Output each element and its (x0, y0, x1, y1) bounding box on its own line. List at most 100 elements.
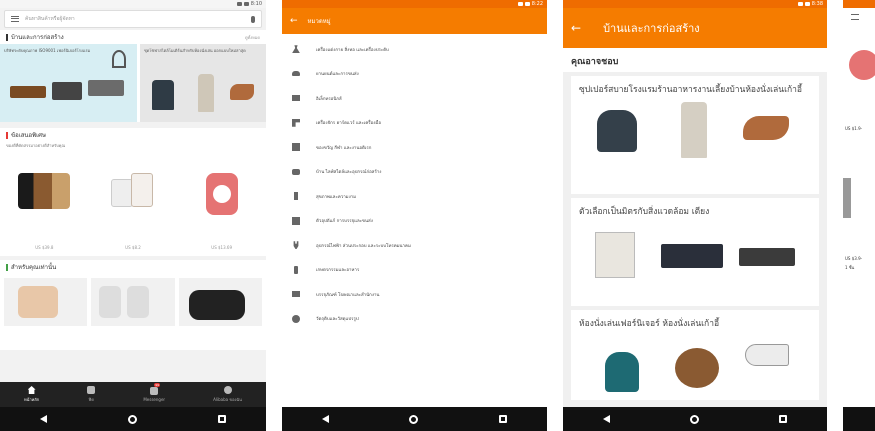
recommendation-card[interactable]: ซุปเปอร์สบายโรงแรมร้านอาหารงานเลี้ยงบ้าน… (571, 76, 819, 194)
product-price: US $3.9- (845, 256, 863, 261)
drill-icon (292, 118, 300, 127)
home-screen: 8:10 ค้นหาสินค้าหรือผู้จัดหา บ้านและการก… (0, 0, 266, 431)
menu-icon[interactable] (851, 14, 859, 20)
page-title: บ้านและการก่อสร้าง (603, 22, 700, 35)
card-title: ห้องนั่งเล่นเฟอร์นิเจอร์ ห้องนั่งเล่นเก้… (579, 319, 720, 329)
wall-bed-image (595, 232, 635, 278)
product-card[interactable] (91, 278, 175, 326)
category-item[interactable]: เครื่องจักร ฮาร์ดแวร์ และเครื่องมือ (282, 111, 547, 136)
product-card[interactable] (843, 296, 875, 386)
home-button-icon[interactable] (690, 414, 699, 424)
category-item[interactable]: เกษตรกรรมและอาหาร (282, 258, 547, 283)
recents-icon[interactable] (217, 415, 226, 423)
for-you-section: สำหรับคุณเท่านั้น (0, 260, 266, 350)
category-item[interactable]: ตัวอุปถัมภ์ การบรรจุและขนส่ง (282, 209, 547, 234)
person-icon (223, 386, 232, 394)
partial-screen: US $1.9- US $3.9- 1 ชิ้น (843, 0, 875, 431)
category-item[interactable]: เครื่องแต่งกาย สิ่งทอ และเครื่องประดับ (282, 37, 547, 62)
status-time: 8:10 (250, 1, 262, 7)
min-order: 1 ชิ้น (845, 265, 855, 270)
category-item[interactable]: อิเล็กทรอนิกส์ (282, 86, 547, 111)
section-header-home-construction[interactable]: บ้านและการก่อสร้าง ดูทั้งหมด (0, 30, 266, 44)
status-time: 8:38 (811, 1, 823, 7)
deal-item[interactable]: US $39.8 (12, 169, 76, 250)
feed-icon (87, 386, 96, 394)
bed-image (52, 82, 82, 100)
section-subtitle: คุณอาจชอบ (563, 48, 827, 72)
back-arrow-icon[interactable]: ← (290, 16, 298, 26)
microphone-icon[interactable] (251, 15, 255, 23)
product-image (849, 50, 875, 80)
flash-subtitle: ของดีที่คัดสรรมาอย่างดีสำหรับคุณ (6, 143, 66, 148)
flash-title: ข้อเสนอพิเศษ (11, 132, 46, 139)
back-icon[interactable] (40, 415, 48, 423)
app-header: ← หมวดหมู่ (282, 8, 547, 34)
handbag-image (130, 173, 153, 207)
dress-icon (292, 45, 300, 54)
search-input[interactable]: ค้นหาสินค้าหรือผู้จัดหา (25, 15, 245, 23)
throne-chair-image (198, 74, 214, 112)
category-list: เครื่องแต่งกาย สิ่งทอ และเครื่องประดับ ย… (282, 34, 547, 331)
promo-banner-right[interactable]: ชุดโซฟาสไตล์โมเดิร์นสำหรับห้องนั่งเล่น อ… (140, 44, 266, 122)
tab-messenger[interactable]: 99 Messenger (143, 383, 165, 402)
tab-home[interactable]: หน้าหลัก (24, 386, 39, 403)
sofa-image (661, 244, 723, 268)
status-bar (843, 0, 875, 8)
lamp-image (112, 50, 126, 68)
back-icon[interactable] (603, 415, 610, 423)
product-card[interactable]: US $1.9- (843, 36, 875, 152)
home-button-icon[interactable] (409, 414, 419, 424)
category-item[interactable]: บ้าน ไลฟ์สไตล์และอุปกรณ์ก่อสร้าง (282, 160, 547, 185)
category-item[interactable]: ยานยนต์และการขนส่ง (282, 62, 547, 87)
category-item[interactable]: บรรจุภัณฑ์ โฆษณาและสำนักงาน (282, 282, 547, 307)
system-nav-bar (843, 407, 875, 431)
bottle2-icon (294, 265, 298, 274)
plug-icon (293, 241, 299, 250)
categories-screen: 8:22 ← หมวดหมู่ เครื่องแต่งกาย สิ่งทอ แล… (282, 0, 547, 431)
see-all-link[interactable]: ดูทั้งหมด (245, 34, 260, 41)
bottle-icon (294, 192, 298, 201)
back-icon[interactable] (322, 415, 330, 423)
promo-banner-left[interactable]: บริษัทระดับคุณภาพ ISO9001 เฟอร์นิเจอร์โร… (0, 44, 137, 122)
search-bar[interactable]: ค้นหาสินค้าหรือผู้จัดหา (4, 10, 262, 28)
gift-icon (292, 143, 300, 152)
product-card[interactable] (4, 278, 88, 326)
status-bar: 8:38 (563, 0, 827, 8)
product-card[interactable]: US $3.9- 1 ชิ้น (843, 156, 875, 292)
tab-feed[interactable]: ฟีด (87, 386, 96, 403)
deal-item[interactable]: US $8.2 (101, 169, 165, 250)
recents-icon[interactable] (498, 415, 507, 423)
system-nav-bar (282, 407, 547, 431)
status-bar: 8:10 (0, 0, 266, 8)
print-icon (292, 291, 300, 298)
deal-item[interactable]: US $13.69 (190, 169, 254, 250)
hair-extension-image (18, 173, 71, 209)
search-bar[interactable] (843, 14, 875, 32)
armchair-image (605, 352, 639, 392)
ottoman-image (675, 348, 719, 388)
speaker-image (18, 286, 58, 318)
category-item[interactable]: สุขภาพและความงาม (282, 184, 547, 209)
product-price: US $1.9- (845, 126, 863, 131)
menu-icon[interactable] (11, 16, 19, 22)
home-button-icon[interactable] (127, 414, 137, 424)
recents-icon[interactable] (779, 415, 787, 423)
category-item[interactable]: อุปกรณ์ไฟฟ้า ส่วนประกอบ และระบบโทรคมนาคม (282, 233, 547, 258)
recommendation-card[interactable]: ตัวเลือกเป็นมิตรกับสิ่งแวดล้อม เตียง (571, 198, 819, 306)
sofa-image (10, 86, 46, 98)
box-icon (292, 216, 300, 225)
card-title: ตัวเลือกเป็นมิตรกับสิ่งแวดล้อม เตียง (579, 207, 710, 217)
bottom-tab-bar: หน้าหลัก ฟีด 99 Messenger Alibaba ของฉัน (0, 382, 266, 407)
category-item[interactable]: วัตถุดิบและวัสดุแปรรูป (282, 307, 547, 332)
signal-icon (797, 2, 803, 6)
tab-my-alibaba[interactable]: Alibaba ของฉัน (213, 386, 242, 403)
sofa-icon (292, 168, 300, 175)
section-title: บ้านและการก่อสร้าง (11, 34, 64, 41)
category-item[interactable]: ของขวัญ กีฬา และงานอดิเรก (282, 135, 547, 160)
signal-icon (517, 2, 523, 6)
deal-price: US $39.8 (35, 245, 54, 250)
product-image (843, 178, 851, 218)
recommendation-card[interactable]: ห้องนั่งเล่นเฟอร์นิเจอร์ ห้องนั่งเล่นเก้… (571, 310, 819, 400)
product-card[interactable] (178, 278, 262, 326)
back-arrow-icon[interactable]: ← (571, 22, 581, 34)
